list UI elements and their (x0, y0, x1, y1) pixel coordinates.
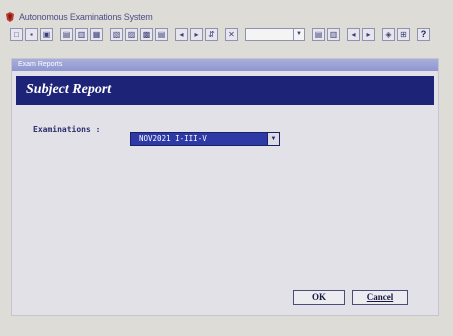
subject-report-form: Exam Reports Subject Report Examinations… (11, 58, 439, 316)
form-caption: Exam Reports (12, 59, 438, 71)
toolbar-button-icon[interactable]: ▸ (190, 27, 203, 41)
toolbar-button-icon[interactable]: ▥ (327, 27, 340, 41)
toolbar-button-icon[interactable]: ◂ (347, 27, 360, 41)
toolbar-button-icon[interactable]: ▨ (125, 27, 138, 41)
examinations-selected-value: NOV2021 I-III-V (139, 134, 207, 143)
chevron-down-icon[interactable]: ▼ (293, 28, 304, 40)
dropdown-arrow-icon[interactable]: ▼ (267, 133, 279, 145)
toolbar-button-icon[interactable]: ▪ (25, 27, 38, 41)
toolbar-button-icon[interactable]: □ (10, 27, 23, 41)
help-icon[interactable]: ? (417, 27, 430, 41)
toolbar-button-icon[interactable]: ▤ (312, 27, 325, 41)
toolbar: □ ▪ ▣ ▤ ▥ ▦ ▧ ▨ ▩ ▤ ◂ ▸ ⇵ ✕ ▼ ▤ ▥ ◂ ▸ ◈ ⊞? (10, 26, 445, 42)
toolbar-button-icon[interactable]: ▤ (60, 27, 73, 41)
toolbar-button-icon[interactable]: ▩ (140, 27, 153, 41)
cancel-button[interactable]: Cancel (352, 290, 408, 305)
toolbar-button-icon[interactable]: ▣ (40, 27, 53, 41)
toolbar-button-icon[interactable]: ▧ (110, 27, 123, 41)
examinations-select[interactable]: NOV2021 I-III-V ▼ (130, 132, 280, 146)
toolbar-button-icon[interactable]: ▸ (362, 27, 375, 41)
title-bar: Autonomous Examinations System (0, 8, 453, 26)
app-window: Autonomous Examinations System □ ▪ ▣ ▤ ▥ ▦ ▧ ▨ ▩… (0, 0, 453, 336)
toolbar-button-icon[interactable]: ⇵ (205, 27, 218, 41)
toolbar-button-icon[interactable]: ✕ (225, 27, 238, 41)
toolbar-button-icon[interactable]: ▤ (155, 27, 168, 41)
header-band: Subject Report (16, 76, 434, 105)
page-title: Subject Report (26, 82, 112, 97)
examinations-label: Examinations : (33, 125, 101, 134)
app-title: Autonomous Examinations System (19, 12, 153, 22)
toolbar-button-icon[interactable]: ▥ (75, 27, 88, 41)
toolbar-button-icon[interactable]: ◈ (382, 27, 395, 41)
toolbar-button-icon[interactable]: ▦ (90, 27, 103, 41)
app-logo-icon (6, 12, 14, 22)
toolbar-button-icon[interactable]: ◂ (175, 27, 188, 41)
ok-button[interactable]: OK (293, 290, 345, 305)
toolbar-button-icon[interactable]: ⊞ (397, 27, 410, 41)
toolbar-combo[interactable]: ▼ (245, 27, 305, 41)
